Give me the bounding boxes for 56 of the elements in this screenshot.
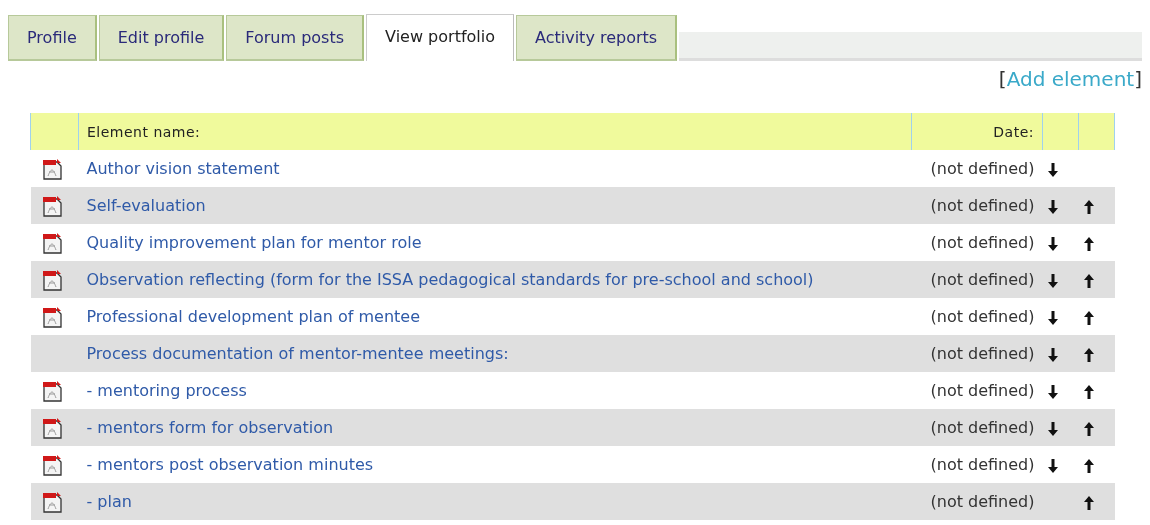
element-link[interactable]: Observation reflecting (form for the ISSA pedagogical standards for pre-school and school) — [86, 270, 814, 289]
bracket: ] — [1134, 67, 1142, 91]
date-text: (not defined) — [930, 196, 1035, 215]
pdf-file-icon — [40, 305, 63, 328]
down-arrow-icon[interactable] — [1046, 383, 1059, 400]
element-link[interactable]: - plan — [86, 492, 132, 511]
pdf-file-icon — [40, 231, 63, 254]
down-arrow-icon[interactable] — [1046, 457, 1059, 474]
down-arrow-icon[interactable] — [1046, 198, 1059, 215]
tab[interactable]: Edit profile — [98, 15, 225, 61]
up-arrow-icon[interactable] — [1082, 383, 1095, 400]
pdf-file-icon — [40, 157, 63, 180]
date-text: (not defined) — [930, 344, 1035, 363]
tab[interactable]: Activity reports — [516, 15, 678, 61]
pdf-file-icon — [40, 453, 63, 476]
bracket: [ — [998, 67, 1007, 91]
pdf-file-icon — [40, 268, 63, 291]
date-text: (not defined) — [930, 270, 1035, 289]
column-header: Element name: — [78, 113, 912, 150]
date-text: (not defined) — [930, 307, 1035, 326]
element-link[interactable]: Professional development plan of mentee — [86, 307, 421, 326]
tab[interactable]: Forum posts — [226, 15, 365, 61]
date-text: (not defined) — [930, 455, 1035, 474]
pdf-file-icon — [40, 194, 63, 217]
up-arrow-icon[interactable] — [1082, 457, 1095, 474]
pdf-file-icon — [40, 490, 63, 513]
element-link[interactable]: - mentors form for observation — [86, 418, 334, 437]
date-text: (not defined) — [930, 233, 1035, 252]
down-arrow-icon[interactable] — [1046, 420, 1059, 437]
pdf-file-icon — [40, 379, 63, 402]
element-link[interactable]: Author vision statement — [86, 159, 280, 178]
date-text: (not defined) — [930, 492, 1035, 511]
up-arrow-icon[interactable] — [1082, 420, 1095, 437]
down-arrow-icon[interactable] — [1046, 161, 1059, 178]
column-header: Date: — [911, 113, 1043, 150]
down-arrow-icon[interactable] — [1046, 235, 1059, 252]
pdf-file-icon — [40, 416, 63, 439]
up-arrow-icon[interactable] — [1082, 309, 1095, 326]
up-arrow-icon[interactable] — [1082, 346, 1095, 363]
date-text: (not defined) — [930, 418, 1035, 437]
element-link[interactable]: - mentors post observation minutes — [86, 455, 374, 474]
up-arrow-icon[interactable] — [1082, 494, 1095, 511]
tab[interactable]: Profile — [8, 15, 97, 61]
element-link[interactable]: Quality improvement plan for mentor role — [86, 233, 422, 252]
date-text: (not defined) — [930, 381, 1035, 400]
tab[interactable]: View portfolio — [366, 14, 514, 61]
down-arrow-icon[interactable] — [1046, 346, 1059, 363]
element-link[interactable]: Self-evaluation — [86, 196, 206, 215]
down-arrow-icon[interactable] — [1046, 309, 1059, 326]
up-arrow-icon[interactable] — [1082, 198, 1095, 215]
up-arrow-icon[interactable] — [1082, 235, 1095, 252]
up-arrow-icon[interactable] — [1082, 272, 1095, 289]
date-text: (not defined) — [930, 159, 1035, 178]
element-link[interactable]: Process documentation of mentor-mentee meetings: — [86, 344, 509, 363]
down-arrow-icon[interactable] — [1046, 272, 1059, 289]
element-link[interactable]: - mentoring process — [86, 381, 247, 400]
